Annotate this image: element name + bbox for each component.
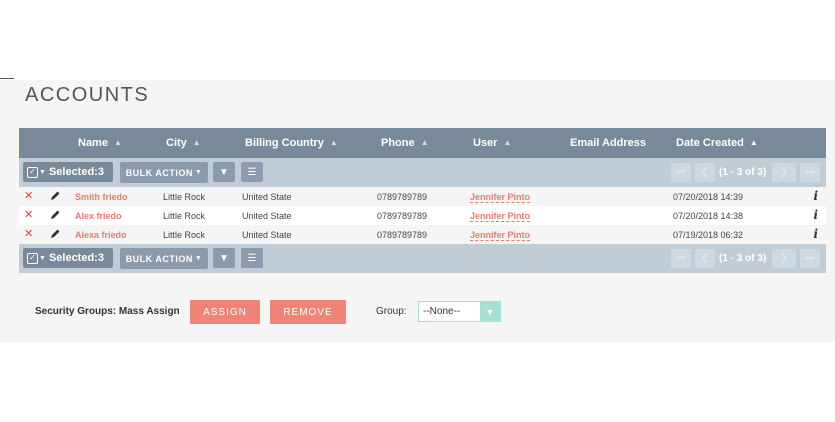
pagination-label: (1 - 3 of 3) [719, 167, 767, 178]
filter-icon: ▼ [219, 166, 229, 178]
checkbox-icon: ✓ [27, 252, 38, 264]
list-icon: ☰ [247, 166, 257, 178]
checkbox-icon: ✓ [27, 166, 38, 178]
filter-button[interactable]: ▼ [213, 162, 235, 182]
phone-cell: 0789789789 [377, 211, 428, 221]
sort-icon[interactable]: ▲ [503, 138, 511, 147]
user-link[interactable]: Jennifer Pinto [470, 192, 531, 203]
pencil-icon[interactable] [49, 228, 61, 240]
column-chooser-button[interactable]: ☰ [241, 248, 263, 268]
caret-down-icon: ▼ [39, 254, 46, 262]
caret-down-icon: ▼ [194, 255, 203, 262]
country-cell: United State [242, 211, 292, 221]
caret-down-icon: ▼ [39, 168, 46, 176]
list-icon: ☰ [247, 252, 257, 264]
bulk-action-button[interactable]: BULK ACTION ▼ [120, 248, 208, 269]
prev-page-button[interactable]: ❮ [695, 163, 715, 182]
sort-icon[interactable]: ▲ [330, 138, 338, 147]
user-link[interactable]: Jennifer Pinto [470, 230, 531, 241]
top-divider [0, 78, 14, 79]
city-cell: Little Rock [163, 211, 206, 221]
phone-cell: 0789789789 [377, 192, 428, 202]
group-label: Group: [376, 306, 407, 317]
column-chooser-button[interactable]: ☰ [241, 162, 263, 182]
pagination-label: (1 - 3 of 3) [719, 253, 767, 264]
delete-icon[interactable]: ✕ [24, 210, 34, 221]
column-header-city[interactable]: City ▲ [166, 137, 201, 149]
delete-icon[interactable]: ✕ [24, 191, 34, 202]
sort-icon[interactable]: ▲ [193, 138, 201, 147]
action-bar-bottom: ✓ ▼ Selected:3 BULK ACTION ▼ ▼ ☰ ⏮ ❮ (1 - 3… [19, 244, 826, 273]
group-select[interactable]: --None-- ▼ [418, 301, 501, 322]
phone-cell: 0789789789 [377, 230, 428, 240]
info-icon[interactable]: i [813, 208, 818, 222]
pencil-icon[interactable] [49, 209, 61, 221]
select-dropdown[interactable]: ✓ ▼ Selected:3 [23, 248, 113, 268]
account-name-link[interactable]: Alex friedo [75, 211, 122, 221]
page-title: ACCOUNTS [25, 84, 150, 106]
action-bar-top: ✓ ▼ Selected:3 BULK ACTION ▼ ▼ ☰ ⏮ ❮ (1 - 3… [19, 158, 826, 187]
country-cell: United State [242, 230, 292, 240]
prev-page-button[interactable]: ❮ [695, 249, 715, 268]
last-page-button[interactable]: ⏭ [800, 249, 820, 268]
bulk-action-button[interactable]: BULK ACTION ▼ [120, 162, 208, 183]
filter-button[interactable]: ▼ [213, 248, 235, 268]
next-page-button[interactable]: ❯ [772, 249, 796, 268]
country-cell: United State [242, 192, 292, 202]
security-groups-label: Security Groups: Mass Assign [35, 306, 180, 317]
table-row: ✕ Smith friedo Little Rock United State … [19, 187, 826, 206]
sort-icon[interactable]: ▲ [750, 138, 758, 147]
accounts-table: Name ▲ City ▲ Billing Country ▲ Phone ▲ User… [19, 128, 826, 273]
city-cell: Little Rock [163, 192, 206, 202]
last-page-button[interactable]: ⏭ [800, 163, 820, 182]
column-header-phone[interactable]: Phone ▲ [381, 137, 429, 149]
table-row: ✕ Alex friedo Little Rock United State 0… [19, 206, 826, 225]
column-header-date-created[interactable]: Date Created ▲ [676, 137, 758, 149]
table-header: Name ▲ City ▲ Billing Country ▲ Phone ▲ User… [19, 128, 826, 158]
date-cell: 07/20/2018 14:39 [673, 192, 744, 202]
sort-icon[interactable]: ▲ [114, 138, 122, 147]
column-header-user[interactable]: User ▲ [473, 137, 511, 149]
caret-down-icon: ▼ [194, 169, 203, 176]
filter-icon: ▼ [219, 252, 229, 264]
info-icon[interactable]: i [813, 189, 818, 203]
date-cell: 07/19/2018 06:32 [673, 230, 744, 240]
table-row: ✕ Alexa friedo Little Rock United State … [19, 225, 826, 244]
column-header-email: Email Address [570, 137, 647, 149]
first-page-button[interactable]: ⏮ [671, 249, 691, 268]
sort-icon[interactable]: ▲ [421, 138, 429, 147]
column-header-name[interactable]: Name ▲ [78, 137, 122, 149]
delete-icon[interactable]: ✕ [24, 229, 34, 240]
date-cell: 07/20/2018 14:38 [673, 211, 744, 221]
info-icon[interactable]: i [813, 227, 818, 241]
assign-button[interactable]: ASSIGN [190, 300, 260, 324]
account-name-link[interactable]: Smith friedo [75, 192, 128, 202]
next-page-button[interactable]: ❯ [772, 163, 796, 182]
pencil-icon[interactable] [49, 190, 61, 202]
remove-button[interactable]: REMOVE [270, 300, 346, 324]
select-dropdown[interactable]: ✓ ▼ Selected:3 [23, 162, 113, 182]
account-name-link[interactable]: Alexa friedo [75, 230, 127, 240]
chevron-down-icon[interactable]: ▼ [480, 302, 500, 321]
first-page-button[interactable]: ⏮ [671, 163, 691, 182]
column-header-billing-country[interactable]: Billing Country ▲ [245, 137, 338, 149]
city-cell: Little Rock [163, 230, 206, 240]
user-link[interactable]: Jennifer Pinto [470, 211, 531, 222]
